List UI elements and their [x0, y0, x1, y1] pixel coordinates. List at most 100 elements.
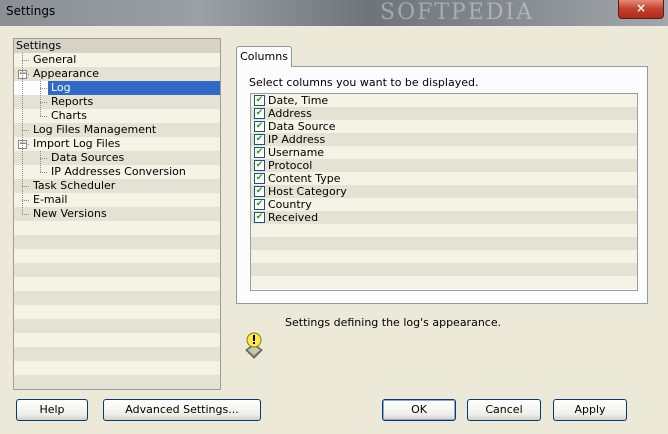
- checkbox[interactable]: ✔: [254, 95, 265, 106]
- tree-item-label: Log: [51, 81, 71, 94]
- tree-item[interactable]: New Versions: [14, 207, 220, 221]
- title-bar[interactable]: Settings SOFTPEDIA ×: [0, 0, 668, 26]
- window-title: Settings: [6, 4, 56, 18]
- tree-empty-row: [14, 319, 220, 333]
- column-option[interactable]: ✔ Content Type: [251, 172, 637, 185]
- tree-item-label: Import Log Files: [33, 137, 121, 150]
- checkbox[interactable]: ✔: [254, 186, 265, 197]
- column-option-label: Protocol: [268, 159, 313, 172]
- checkbox[interactable]: ✔: [254, 212, 265, 223]
- empty-row: [251, 237, 637, 250]
- checkbox[interactable]: ✔: [254, 160, 265, 171]
- column-option[interactable]: ✔ Host Category: [251, 185, 637, 198]
- columns-list[interactable]: ✔ Date, Time ✔ Address ✔ Data Source ✔ IP Addre…: [250, 93, 638, 291]
- column-option-label: Date, Time: [268, 94, 329, 107]
- close-button[interactable]: ×: [618, 0, 664, 19]
- watermark-logo: SOFTPEDIA: [380, 0, 535, 25]
- tree-connector: [40, 172, 47, 173]
- tree-vertical-line: [40, 151, 41, 172]
- tree-item[interactable]: Reports: [14, 95, 220, 109]
- tree-item-label: Charts: [51, 109, 87, 122]
- tree-empty-row: [14, 277, 220, 291]
- column-option[interactable]: ✔ Address: [251, 107, 637, 120]
- tree-vertical-line: [22, 53, 23, 214]
- help-button[interactable]: Help: [16, 399, 88, 421]
- empty-row: [251, 250, 637, 263]
- column-option[interactable]: ✔ Protocol: [251, 159, 637, 172]
- column-option[interactable]: ✔ Received: [251, 211, 637, 224]
- tree-empty-row: [14, 263, 220, 277]
- column-option[interactable]: ✔ Data Source: [251, 120, 637, 133]
- column-option-label: Host Category: [268, 185, 347, 198]
- checkbox[interactable]: ✔: [254, 134, 265, 145]
- panel-description: Select columns you want to be displayed.: [249, 76, 479, 89]
- checkbox[interactable]: ✔: [254, 199, 265, 210]
- tree-empty-row: [14, 333, 220, 347]
- tree-connector: [22, 200, 29, 201]
- tree-item-label: Data Sources: [51, 151, 125, 164]
- empty-row: [251, 276, 637, 289]
- columns-panel: Select columns you want to be displayed.…: [236, 66, 648, 304]
- tree-item[interactable]: Settings: [14, 39, 220, 53]
- column-option[interactable]: ✔ Username: [251, 146, 637, 159]
- tree-item-label: Reports: [51, 95, 94, 108]
- tree-empty-row: [14, 291, 220, 305]
- column-option[interactable]: ✔ Date, Time: [251, 94, 637, 107]
- tree-empty-row: [14, 249, 220, 263]
- tree-item-label: Appearance: [33, 67, 100, 80]
- tree-item[interactable]: − Import Log Files: [14, 137, 220, 151]
- tree-item-label: Task Scheduler: [33, 179, 116, 192]
- column-option-label: IP Address: [268, 133, 326, 146]
- tree-connector: [40, 102, 47, 103]
- tree-empty-row: [14, 221, 220, 235]
- empty-row: [251, 224, 637, 237]
- checkbox[interactable]: ✔: [254, 173, 265, 184]
- column-option-label: Data Source: [268, 120, 336, 133]
- tree-empty-row: [14, 375, 220, 389]
- tree-item-label: E-mail: [33, 193, 68, 206]
- tree-item[interactable]: Task Scheduler: [14, 179, 220, 193]
- column-option-label: Content Type: [268, 172, 341, 185]
- column-option-label: Address: [268, 107, 312, 120]
- ok-button[interactable]: OK: [382, 399, 456, 421]
- tree-connector: [22, 214, 29, 215]
- column-option[interactable]: ✔ IP Address: [251, 133, 637, 146]
- column-option[interactable]: ✔ Country: [251, 198, 637, 211]
- tree-item-label: General: [33, 53, 77, 66]
- column-option-label: Received: [268, 211, 319, 224]
- tree-item[interactable]: Log Files Management: [14, 123, 220, 137]
- tree-item-label: IP Addresses Conversion: [51, 165, 186, 178]
- column-option-label: Username: [268, 146, 325, 159]
- checkbox[interactable]: ✔: [254, 121, 265, 132]
- tree-connector: [22, 60, 29, 61]
- tree-empty-row: [14, 361, 220, 375]
- tree-connector: [40, 116, 47, 117]
- tree-item-label: Settings: [16, 39, 62, 52]
- advanced-settings-button[interactable]: Advanced Settings...: [103, 399, 261, 421]
- tree-item[interactable]: General: [14, 53, 220, 67]
- checkbox[interactable]: ✔: [254, 108, 265, 119]
- tree-item[interactable]: Log: [14, 81, 220, 95]
- settings-tree[interactable]: Settings General − Appearance Log Reports Char…: [13, 38, 221, 390]
- tree-item[interactable]: Charts: [14, 109, 220, 123]
- settings-window: Settings SOFTPEDIA × Settings General − App…: [0, 0, 668, 434]
- tree-item[interactable]: − Appearance: [14, 67, 220, 81]
- info-bulb-icon: [245, 332, 263, 359]
- tree-connector: [22, 130, 29, 131]
- tree-empty-row: [14, 305, 220, 319]
- apply-button[interactable]: Apply: [553, 399, 627, 421]
- cancel-button[interactable]: Cancel: [467, 399, 541, 421]
- tree-item[interactable]: E-mail: [14, 193, 220, 207]
- tree-item-label: New Versions: [33, 207, 107, 220]
- tree-item[interactable]: Data Sources: [14, 151, 220, 165]
- checkbox[interactable]: ✔: [254, 147, 265, 158]
- tree-vertical-line: [40, 81, 41, 116]
- tab-columns[interactable]: Columns: [236, 46, 292, 67]
- tree-empty-row: [14, 235, 220, 249]
- tree-item[interactable]: IP Addresses Conversion: [14, 165, 220, 179]
- tree-item-label: Log Files Management: [33, 123, 157, 136]
- empty-row: [251, 263, 637, 276]
- selection-highlight: [48, 81, 220, 95]
- column-option-label: Country: [268, 198, 312, 211]
- tree-connector: [40, 88, 47, 89]
